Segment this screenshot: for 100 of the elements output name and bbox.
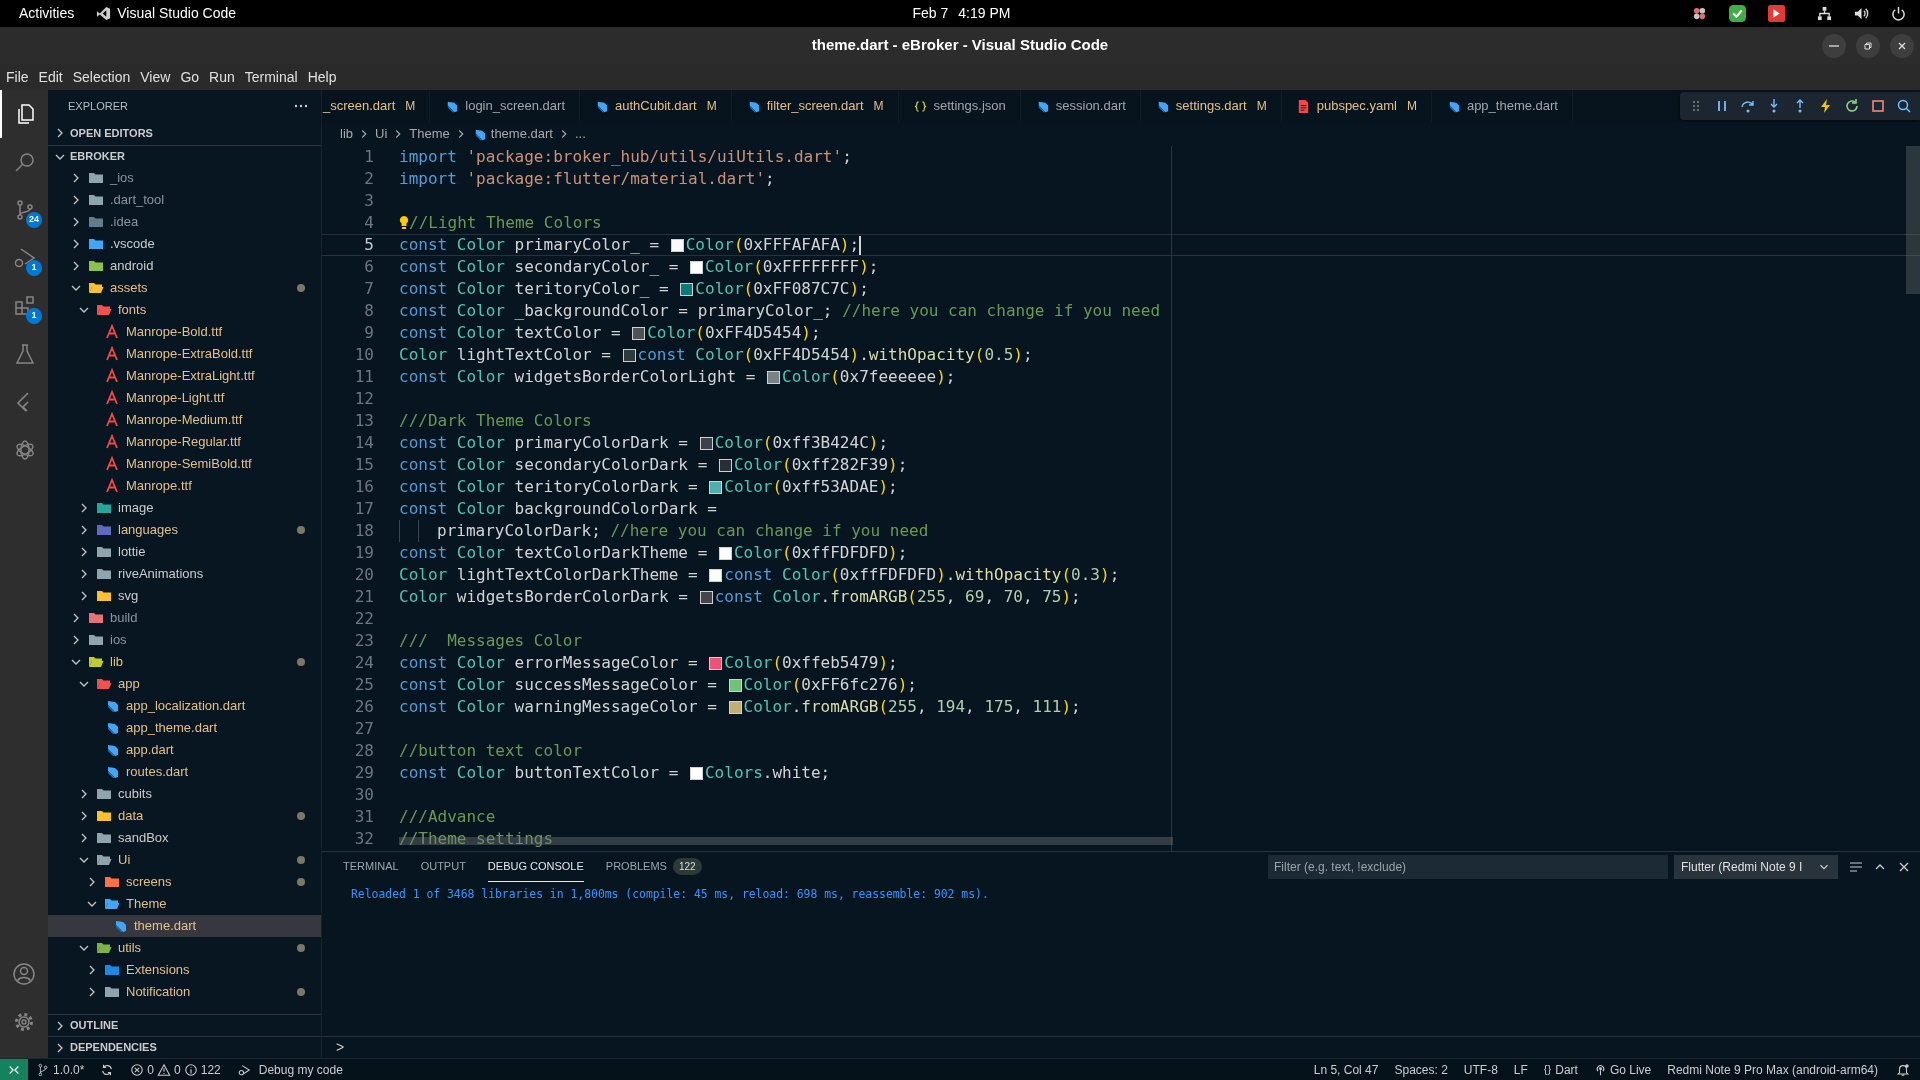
speaker-icon[interactable] <box>1854 6 1869 21</box>
panel-tab[interactable]: TERMINAL <box>343 852 399 882</box>
status-item[interactable]: Spaces: 2 <box>1386 1059 1456 1080</box>
activity-bar-item[interactable]: 1 <box>0 234 48 282</box>
color-swatch[interactable] <box>728 678 742 692</box>
console-prompt[interactable]: > <box>336 1037 345 1058</box>
editor-tab[interactable]: login_screen.dart <box>430 90 580 122</box>
file-tree-item[interactable]: screens <box>48 871 321 893</box>
file-tree-item[interactable]: Manrope.ttf <box>48 475 321 497</box>
color-swatch[interactable] <box>699 590 713 604</box>
status-item[interactable]: Go Live <box>1585 1059 1660 1080</box>
file-tree-item[interactable]: .dart_tool <box>48 189 321 211</box>
editor-tab[interactable]: pubspec.yaml M <box>1281 90 1432 122</box>
branch-button[interactable]: 1.0.0* <box>28 1059 93 1080</box>
file-tree-item[interactable]: app_localization.dart <box>48 695 321 717</box>
file-tree-item[interactable]: Manrope-Bold.ttf <box>48 321 321 343</box>
editor-tab[interactable]: app_theme.dart <box>1431 90 1573 122</box>
lightbulb-icon[interactable] <box>399 215 409 231</box>
file-tree-item[interactable]: assets <box>48 277 321 299</box>
file-tree-item[interactable]: image <box>48 497 321 519</box>
section-header[interactable]: OUTLINE <box>48 1014 321 1036</box>
pinwheel-icon[interactable] <box>1692 6 1707 21</box>
color-swatch[interactable] <box>709 568 723 582</box>
step-over-icon[interactable] <box>1740 98 1756 114</box>
color-swatch[interactable] <box>680 282 694 296</box>
breadcrumb[interactable]: theme.dart <box>469 124 555 144</box>
activities-button[interactable]: Activities <box>17 3 77 24</box>
menu-item[interactable]: Selection <box>67 66 136 88</box>
file-tree-item[interactable]: cubits <box>48 783 321 805</box>
panel-tab[interactable]: PROBLEMS 122 <box>605 852 702 882</box>
file-tree-item[interactable]: Notification <box>48 981 321 1003</box>
minimize-button[interactable] <box>1822 33 1846 58</box>
editor-tab[interactable]: settings.dart M <box>1140 90 1282 122</box>
color-swatch[interactable] <box>728 700 742 714</box>
file-tree-item[interactable]: Manrope-Regular.ttf <box>48 431 321 453</box>
file-tree-item[interactable]: lottie <box>48 541 321 563</box>
power-icon[interactable] <box>1891 6 1906 21</box>
close-button[interactable] <box>1890 33 1914 58</box>
file-tree-item[interactable]: app <box>48 673 321 695</box>
shield-check-icon[interactable] <box>1729 5 1746 22</box>
menu-item[interactable]: View <box>135 66 176 88</box>
menu-item[interactable]: Edit <box>33 66 68 88</box>
panel-tab[interactable]: OUTPUT <box>420 852 466 882</box>
breadcrumb[interactable]: ... <box>572 124 588 144</box>
file-tree-item[interactable]: app.dart <box>48 739 321 761</box>
breadcrumb[interactable]: Ui <box>373 124 390 144</box>
network-icon[interactable] <box>1817 6 1832 21</box>
sync-icon[interactable] <box>100 1062 115 1077</box>
file-tree-item[interactable]: Extensions <box>48 959 321 981</box>
color-swatch[interactable] <box>709 480 723 494</box>
menu-item[interactable]: Terminal <box>239 66 303 88</box>
section-header[interactable]: OPEN EDITORS <box>48 122 321 144</box>
status-item[interactable]: {} Dart <box>1535 1059 1586 1080</box>
file-tree-item[interactable]: Manrope-Light.ttf <box>48 387 321 409</box>
remote-button[interactable] <box>0 1059 28 1080</box>
file-tree-item[interactable]: svg <box>48 585 321 607</box>
file-tree-item[interactable]: android <box>48 255 321 277</box>
editor-tab[interactable]: filter_screen.dart M <box>731 90 899 122</box>
editor-tab[interactable]: authCubit.dart M <box>580 90 732 122</box>
color-swatch[interactable] <box>718 546 732 560</box>
color-swatch[interactable] <box>690 260 703 274</box>
status-item[interactable]: Ln 5, Col 47 <box>1305 1059 1387 1080</box>
file-tree-item[interactable]: ios <box>48 629 321 651</box>
editor-tab[interactable]: settings.json <box>898 90 1021 122</box>
restart-icon[interactable] <box>1844 98 1860 114</box>
file-tree-item[interactable]: Manrope-Medium.ttf <box>48 409 321 431</box>
search-icon[interactable] <box>1896 98 1912 114</box>
color-swatch[interactable] <box>718 458 732 472</box>
editor-tab[interactable]: session.dart <box>1020 90 1141 122</box>
filter-field[interactable]: Filter (e.g. text, !exclude) <box>1268 855 1668 879</box>
color-swatch[interactable] <box>690 766 703 780</box>
file-tree-item[interactable]: .idea <box>48 211 321 233</box>
file-tree-item[interactable]: build <box>48 607 321 629</box>
menu-item[interactable]: File <box>1 66 34 88</box>
file-tree-item[interactable]: Manrope-SemiBold.ttf <box>48 453 321 475</box>
launch-button[interactable]: Debug my code <box>228 1059 351 1080</box>
status-item[interactable]: Redmi Note 9 Pro Max (android-arm64) <box>1659 1059 1886 1080</box>
file-tree-item[interactable]: routes.dart <box>48 761 321 783</box>
file-tree-item[interactable]: sandBox <box>48 827 321 849</box>
file-tree-item[interactable]: Ui <box>48 849 321 871</box>
menu-item[interactable]: Go <box>175 66 205 88</box>
stop-icon[interactable] <box>1870 98 1886 114</box>
problems-button[interactable]: 0 0 122 <box>122 1059 229 1080</box>
file-tree-item[interactable]: Manrope-ExtraLight.ttf <box>48 365 321 387</box>
status-item[interactable]: LF <box>1505 1059 1536 1080</box>
panel-tab[interactable]: DEBUG CONSOLE <box>487 852 584 882</box>
section-header[interactable]: EBROKER <box>48 145 321 167</box>
color-swatch[interactable] <box>767 370 781 384</box>
file-tree-item[interactable]: Manrope-ExtraBold.ttf <box>48 343 321 365</box>
file-tree-item[interactable]: Theme <box>48 893 321 915</box>
color-swatch[interactable] <box>632 326 646 340</box>
breadcrumb[interactable]: lib <box>338 124 355 144</box>
record-icon[interactable] <box>1768 5 1785 22</box>
bell-icon[interactable] <box>1896 1062 1910 1077</box>
restore-button[interactable] <box>1856 33 1880 58</box>
breadcrumb[interactable]: Theme <box>407 124 452 144</box>
file-tree-item[interactable]: utils <box>48 937 321 959</box>
color-swatch[interactable] <box>622 348 636 362</box>
file-tree-item[interactable]: theme.dart <box>48 915 321 937</box>
file-tree-item[interactable]: lib <box>48 651 321 673</box>
